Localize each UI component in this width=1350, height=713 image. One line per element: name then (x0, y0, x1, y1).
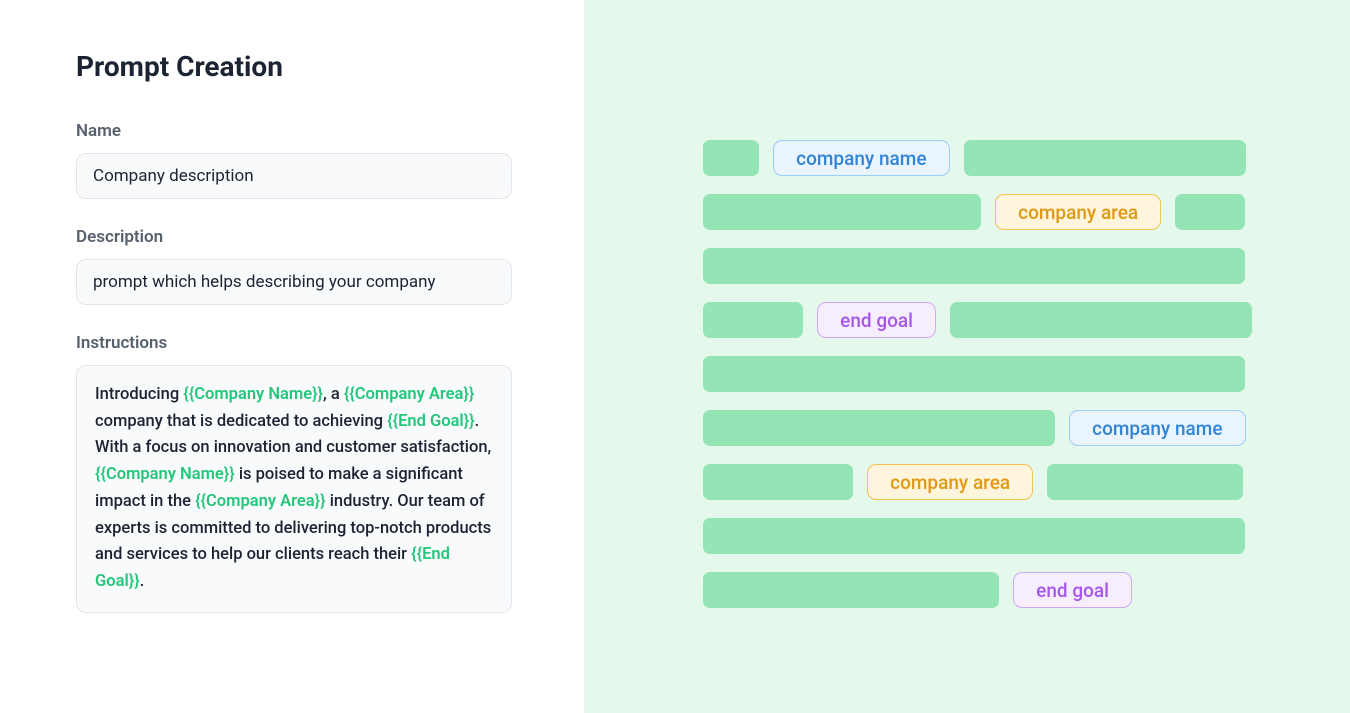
variable-pill-end-goal[interactable]: end goal (1013, 572, 1132, 608)
variable-pill-company-area[interactable]: company area (995, 194, 1161, 230)
template-text: Introducing (95, 385, 183, 404)
template-variable: {{Company Name}} (95, 465, 235, 484)
text-placeholder (703, 410, 1055, 446)
visualization-row: company area (703, 194, 1252, 230)
text-placeholder (703, 464, 853, 500)
text-placeholder (1175, 194, 1245, 230)
template-variable: {{End Goal}} (387, 412, 475, 431)
variable-pill-company-area[interactable]: company area (867, 464, 1033, 500)
text-placeholder (703, 194, 981, 230)
template-text: . (140, 572, 145, 591)
visualization-row: end goal (703, 302, 1252, 338)
visualization-row: end goal (703, 572, 1252, 608)
variable-pill-company-name[interactable]: company name (1069, 410, 1245, 446)
template-variable: {{Company Name}} (183, 385, 323, 404)
description-input[interactable] (76, 259, 512, 305)
text-placeholder (1047, 464, 1243, 500)
text-placeholder (703, 302, 803, 338)
instructions-input[interactable]: Introducing {{Company Name}}, a {{Compan… (76, 365, 512, 613)
visualization-row: company name (703, 410, 1252, 446)
instructions-field-group: Instructions Introducing {{Company Name}… (76, 333, 512, 613)
description-label: Description (76, 227, 512, 247)
visualization-rows: company name company area end goal company … (703, 140, 1252, 608)
text-placeholder (964, 140, 1246, 176)
text-placeholder (950, 302, 1252, 338)
name-label: Name (76, 121, 512, 141)
description-field-group: Description (76, 227, 512, 305)
template-text: company that is dedicated to achieving (95, 412, 387, 431)
page-title: Prompt Creation (76, 50, 512, 83)
visualization-row (703, 518, 1252, 554)
visualization-row (703, 248, 1252, 284)
variable-pill-company-name[interactable]: company name (773, 140, 949, 176)
name-field-group: Name (76, 121, 512, 199)
text-placeholder (703, 248, 1245, 284)
template-text: , a (323, 385, 344, 404)
text-placeholder (703, 356, 1245, 392)
visualization-row: company area (703, 464, 1252, 500)
name-input[interactable] (76, 153, 512, 199)
template-variable: {{Company Area}} (195, 492, 326, 511)
prompt-visualization-panel: company name company area end goal company … (585, 0, 1350, 713)
variable-pill-end-goal[interactable]: end goal (817, 302, 936, 338)
text-placeholder (703, 572, 999, 608)
instructions-label: Instructions (76, 333, 512, 353)
visualization-row: company name (703, 140, 1252, 176)
visualization-row (703, 356, 1252, 392)
text-placeholder (703, 140, 759, 176)
text-placeholder (703, 518, 1245, 554)
template-variable: {{Company Area}} (344, 385, 475, 404)
prompt-creation-panel: Prompt Creation Name Description Instruc… (0, 0, 585, 713)
